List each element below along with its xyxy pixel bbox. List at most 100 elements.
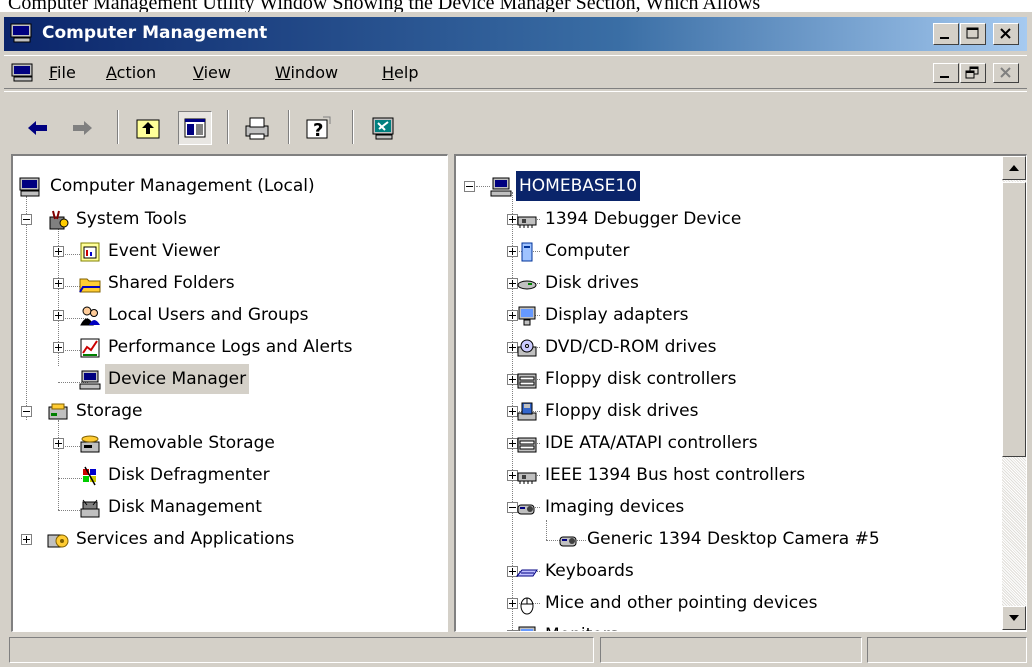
- tree-item-label: Disk Management: [108, 497, 262, 517]
- close-button[interactable]: [993, 23, 1019, 45]
- tree-connector: [26, 196, 27, 420]
- tree-connector: [58, 420, 59, 510]
- back-icon[interactable]: [24, 114, 52, 142]
- camera-icon: [517, 504, 535, 515]
- show-hide-tree-icon: [184, 118, 206, 138]
- disk-defragmenter-icon: [83, 466, 96, 486]
- expand-icon[interactable]: [53, 438, 64, 449]
- collapse-icon[interactable]: [21, 406, 32, 417]
- device-list-pane[interactable]: HOMEBASE10 1394 Debugger Device Computer D…: [454, 154, 1027, 632]
- menu-view[interactable]: View: [193, 64, 231, 82]
- expand-icon[interactable]: [53, 310, 64, 321]
- mdi-restore-button[interactable]: [960, 63, 986, 83]
- device-item-label: Generic 1394 Desktop Camera #5: [587, 529, 880, 549]
- scroll-up-button[interactable]: [1002, 156, 1026, 180]
- vertical-scrollbar[interactable]: [1002, 156, 1026, 630]
- network-card-icon: [517, 216, 537, 228]
- toolbar-separator: [352, 110, 354, 144]
- properties-icon[interactable]: [369, 114, 397, 142]
- device-item-label: Floppy disk drives: [545, 401, 699, 421]
- event-viewer-icon: [80, 242, 100, 262]
- menu-action[interactable]: Action: [106, 64, 156, 82]
- maximize-icon: [966, 27, 979, 39]
- menu-window[interactable]: Window: [275, 64, 338, 82]
- computer-icon: [521, 242, 533, 262]
- minimize-button[interactable]: [933, 23, 959, 45]
- collapse-icon[interactable]: [21, 214, 32, 225]
- show-hide-tree-button[interactable]: [178, 111, 212, 145]
- monitor-icon: [518, 306, 536, 326]
- scrollbar-thumb[interactable]: [1002, 182, 1026, 457]
- controller-icon: [517, 437, 537, 453]
- cd-drive-icon: [517, 339, 537, 357]
- tree-item-label: Removable Storage: [108, 433, 275, 453]
- up-folder-icon[interactable]: [134, 114, 162, 142]
- expand-icon[interactable]: [53, 246, 64, 257]
- device-item-label: Computer: [545, 241, 630, 261]
- menu-help[interactable]: Help: [382, 64, 418, 82]
- system-menu-icon[interactable]: [11, 63, 35, 83]
- device-item-label: Keyboards: [545, 561, 634, 581]
- restore-icon: [965, 66, 979, 79]
- tree-item-label: Local Users and Groups: [108, 305, 309, 325]
- device-item-label: Display adapters: [545, 305, 689, 325]
- forward-icon[interactable]: [68, 114, 96, 142]
- scroll-down-button[interactable]: [1002, 606, 1026, 630]
- device-item-label: Mice and other pointing devices: [545, 593, 818, 613]
- toolbar-separator: [227, 110, 229, 144]
- computer-management-icon: [10, 23, 32, 43]
- expand-icon[interactable]: [53, 278, 64, 289]
- menu-bar: File Action View Window Help: [4, 55, 1027, 89]
- arrow-down-icon: [1009, 615, 1019, 621]
- maximize-button[interactable]: [960, 23, 986, 45]
- system-tools-icon: [49, 210, 69, 230]
- controller-icon: [517, 373, 537, 389]
- services-icon: [47, 534, 69, 548]
- tree-item-label: Services and Applications: [76, 529, 295, 549]
- toolbar-separator: [288, 110, 290, 144]
- tree-item-label: Computer Management (Local): [50, 176, 315, 196]
- tree-connector: [546, 520, 547, 540]
- mouse-icon: [520, 597, 534, 615]
- minimize-icon: [940, 37, 949, 39]
- arrow-up-icon: [1009, 165, 1019, 171]
- tree-item-label: Device Manager: [105, 364, 250, 394]
- device-item-label: IEEE 1394 Bus host controllers: [545, 465, 806, 485]
- close-icon: [1000, 28, 1011, 39]
- tree-item-label: Performance Logs and Alerts: [108, 337, 353, 357]
- shared-folder-icon: [79, 278, 101, 293]
- device-item-label: IDE ATA/ATAPI controllers: [545, 433, 758, 453]
- console-tree-pane[interactable]: Computer Management (Local) System Tools…: [11, 154, 448, 632]
- computer-icon: [490, 177, 512, 197]
- tree-item-label: System Tools: [76, 209, 187, 229]
- disk-management-icon: [80, 499, 100, 518]
- menu-file[interactable]: File: [49, 64, 76, 82]
- window-title: Computer Management: [42, 23, 268, 43]
- expand-icon[interactable]: [21, 534, 32, 545]
- disk-drive-icon: [517, 280, 537, 290]
- device-item-label: Floppy disk controllers: [545, 369, 737, 389]
- computer-management-window: Computer Management File Action View Win…: [0, 12, 1032, 667]
- removable-storage-icon: [80, 435, 100, 453]
- floppy-icon: [517, 402, 537, 421]
- tree-item-label: Disk Defragmenter: [108, 465, 270, 485]
- title-bar[interactable]: Computer Management: [4, 17, 1027, 51]
- mdi-close-button[interactable]: [993, 63, 1019, 83]
- computer-management-icon: [19, 177, 40, 197]
- toolbar-separator: [117, 110, 119, 144]
- device-item-label: Monitors: [542, 620, 621, 631]
- device-item-label: Disk drives: [545, 273, 639, 293]
- device-item-label: Imaging devices: [545, 497, 685, 517]
- help-icon[interactable]: ?: [304, 114, 332, 142]
- users-icon: [80, 306, 100, 326]
- close-icon: [1000, 67, 1011, 78]
- tree-item-label: Shared Folders: [108, 273, 235, 293]
- collapse-icon[interactable]: [464, 181, 475, 192]
- status-bar: [4, 633, 1027, 665]
- tree-item-label: Storage: [76, 401, 143, 421]
- keyboard-icon: [516, 569, 538, 577]
- expand-icon[interactable]: [53, 342, 64, 353]
- print-icon[interactable]: [242, 114, 270, 142]
- mdi-minimize-button[interactable]: [933, 63, 959, 83]
- tree-connector: [476, 186, 490, 187]
